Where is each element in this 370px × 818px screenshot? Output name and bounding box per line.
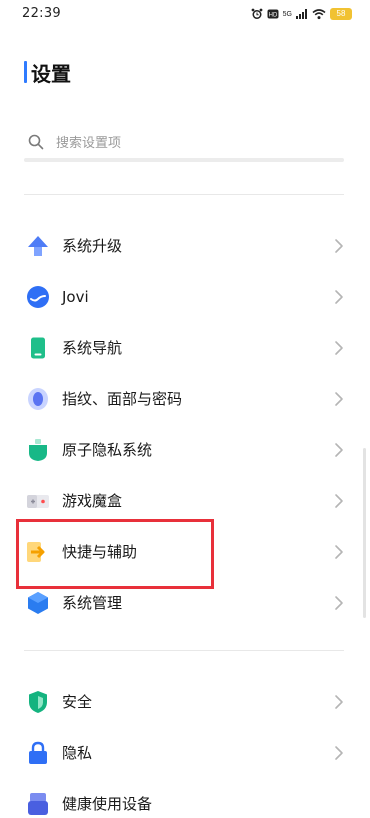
hexagon-icon: [28, 592, 48, 614]
chevron-right-icon: [335, 596, 343, 610]
wifi-icon: [312, 9, 326, 20]
gamepad-icon: [27, 495, 49, 508]
chevron-right-icon: [335, 695, 343, 709]
signal-icon: [296, 9, 307, 19]
page-title-row: 设置: [24, 58, 71, 86]
menu-item-label: 原子隐私系统: [62, 441, 153, 459]
menu-item-label: 隐私: [62, 744, 93, 762]
section-divider: [24, 194, 344, 195]
menu-item-label: 健康使用设备: [62, 795, 153, 813]
menu-item-label: 指纹、面部与密码: [62, 390, 183, 408]
chevron-right-icon: [335, 392, 343, 406]
phone-icon: [31, 337, 45, 359]
menu-item-label: 快捷与辅助: [62, 543, 138, 561]
chevron-right-icon: [335, 443, 343, 457]
hd-icon: HD: [267, 9, 279, 19]
fingerprint-icon: [28, 388, 48, 410]
menu-item-fingerprint-face-password[interactable]: 指纹、面部与密码: [0, 374, 370, 424]
menu-item-privacy-system[interactable]: 原子隐私系统: [0, 425, 370, 475]
menu-item-security[interactable]: 安全: [0, 677, 370, 727]
alarm-icon: [251, 8, 263, 19]
shield-icon: [29, 691, 47, 713]
shortcut-arrow-icon: [27, 542, 45, 562]
section-divider: [24, 650, 344, 651]
menu-item-label: 游戏魔盒: [62, 492, 123, 510]
health-icon: [28, 793, 48, 815]
status-icons: HD 5G 58: [251, 7, 352, 21]
menu-item-health-devices[interactable]: 健康使用设备: [0, 779, 370, 818]
chevron-right-icon: [335, 341, 343, 355]
menu-item-label: Jovi: [62, 288, 89, 306]
battery-indicator: 58: [330, 8, 352, 20]
status-bar: 22:39 HD 5G 58: [0, 0, 370, 28]
lock-icon: [29, 741, 47, 764]
menu-item-jovi[interactable]: Jovi: [0, 272, 370, 322]
menu-item-label: 系统导航: [62, 339, 123, 357]
menu-item-label: 安全: [62, 693, 93, 711]
chevron-right-icon: [335, 746, 343, 760]
privacy-shield-icon: [29, 439, 47, 461]
chevron-right-icon: [335, 239, 343, 253]
scrollbar[interactable]: [363, 448, 366, 618]
page-title: 设置: [31, 61, 71, 86]
status-time: 22:39: [22, 6, 61, 21]
menu-item-shortcuts-accessibility[interactable]: 快捷与辅助: [0, 527, 370, 577]
jovi-icon: [27, 286, 49, 308]
chevron-right-icon: [335, 494, 343, 508]
menu-item-system-upgrade[interactable]: 系统升级: [0, 221, 370, 271]
search-input[interactable]: [56, 130, 336, 156]
search-bar[interactable]: [24, 126, 344, 162]
menu-item-game-box[interactable]: 游戏魔盒: [0, 476, 370, 526]
search-icon: [28, 134, 44, 150]
network-type-label: 5G: [282, 10, 292, 18]
menu-item-privacy[interactable]: 隐私: [0, 728, 370, 778]
menu-item-system-navigation[interactable]: 系统导航: [0, 323, 370, 373]
svg-text:HD: HD: [268, 13, 277, 19]
menu-item-label: 系统管理: [62, 594, 123, 612]
title-accent-bar: [24, 61, 27, 83]
menu-item-label: 系统升级: [62, 237, 123, 255]
arrow-up-icon: [28, 236, 48, 256]
menu-item-system-management[interactable]: 系统管理: [0, 578, 370, 628]
chevron-right-icon: [335, 545, 343, 559]
search-underline: [24, 158, 344, 162]
chevron-right-icon: [335, 290, 343, 304]
